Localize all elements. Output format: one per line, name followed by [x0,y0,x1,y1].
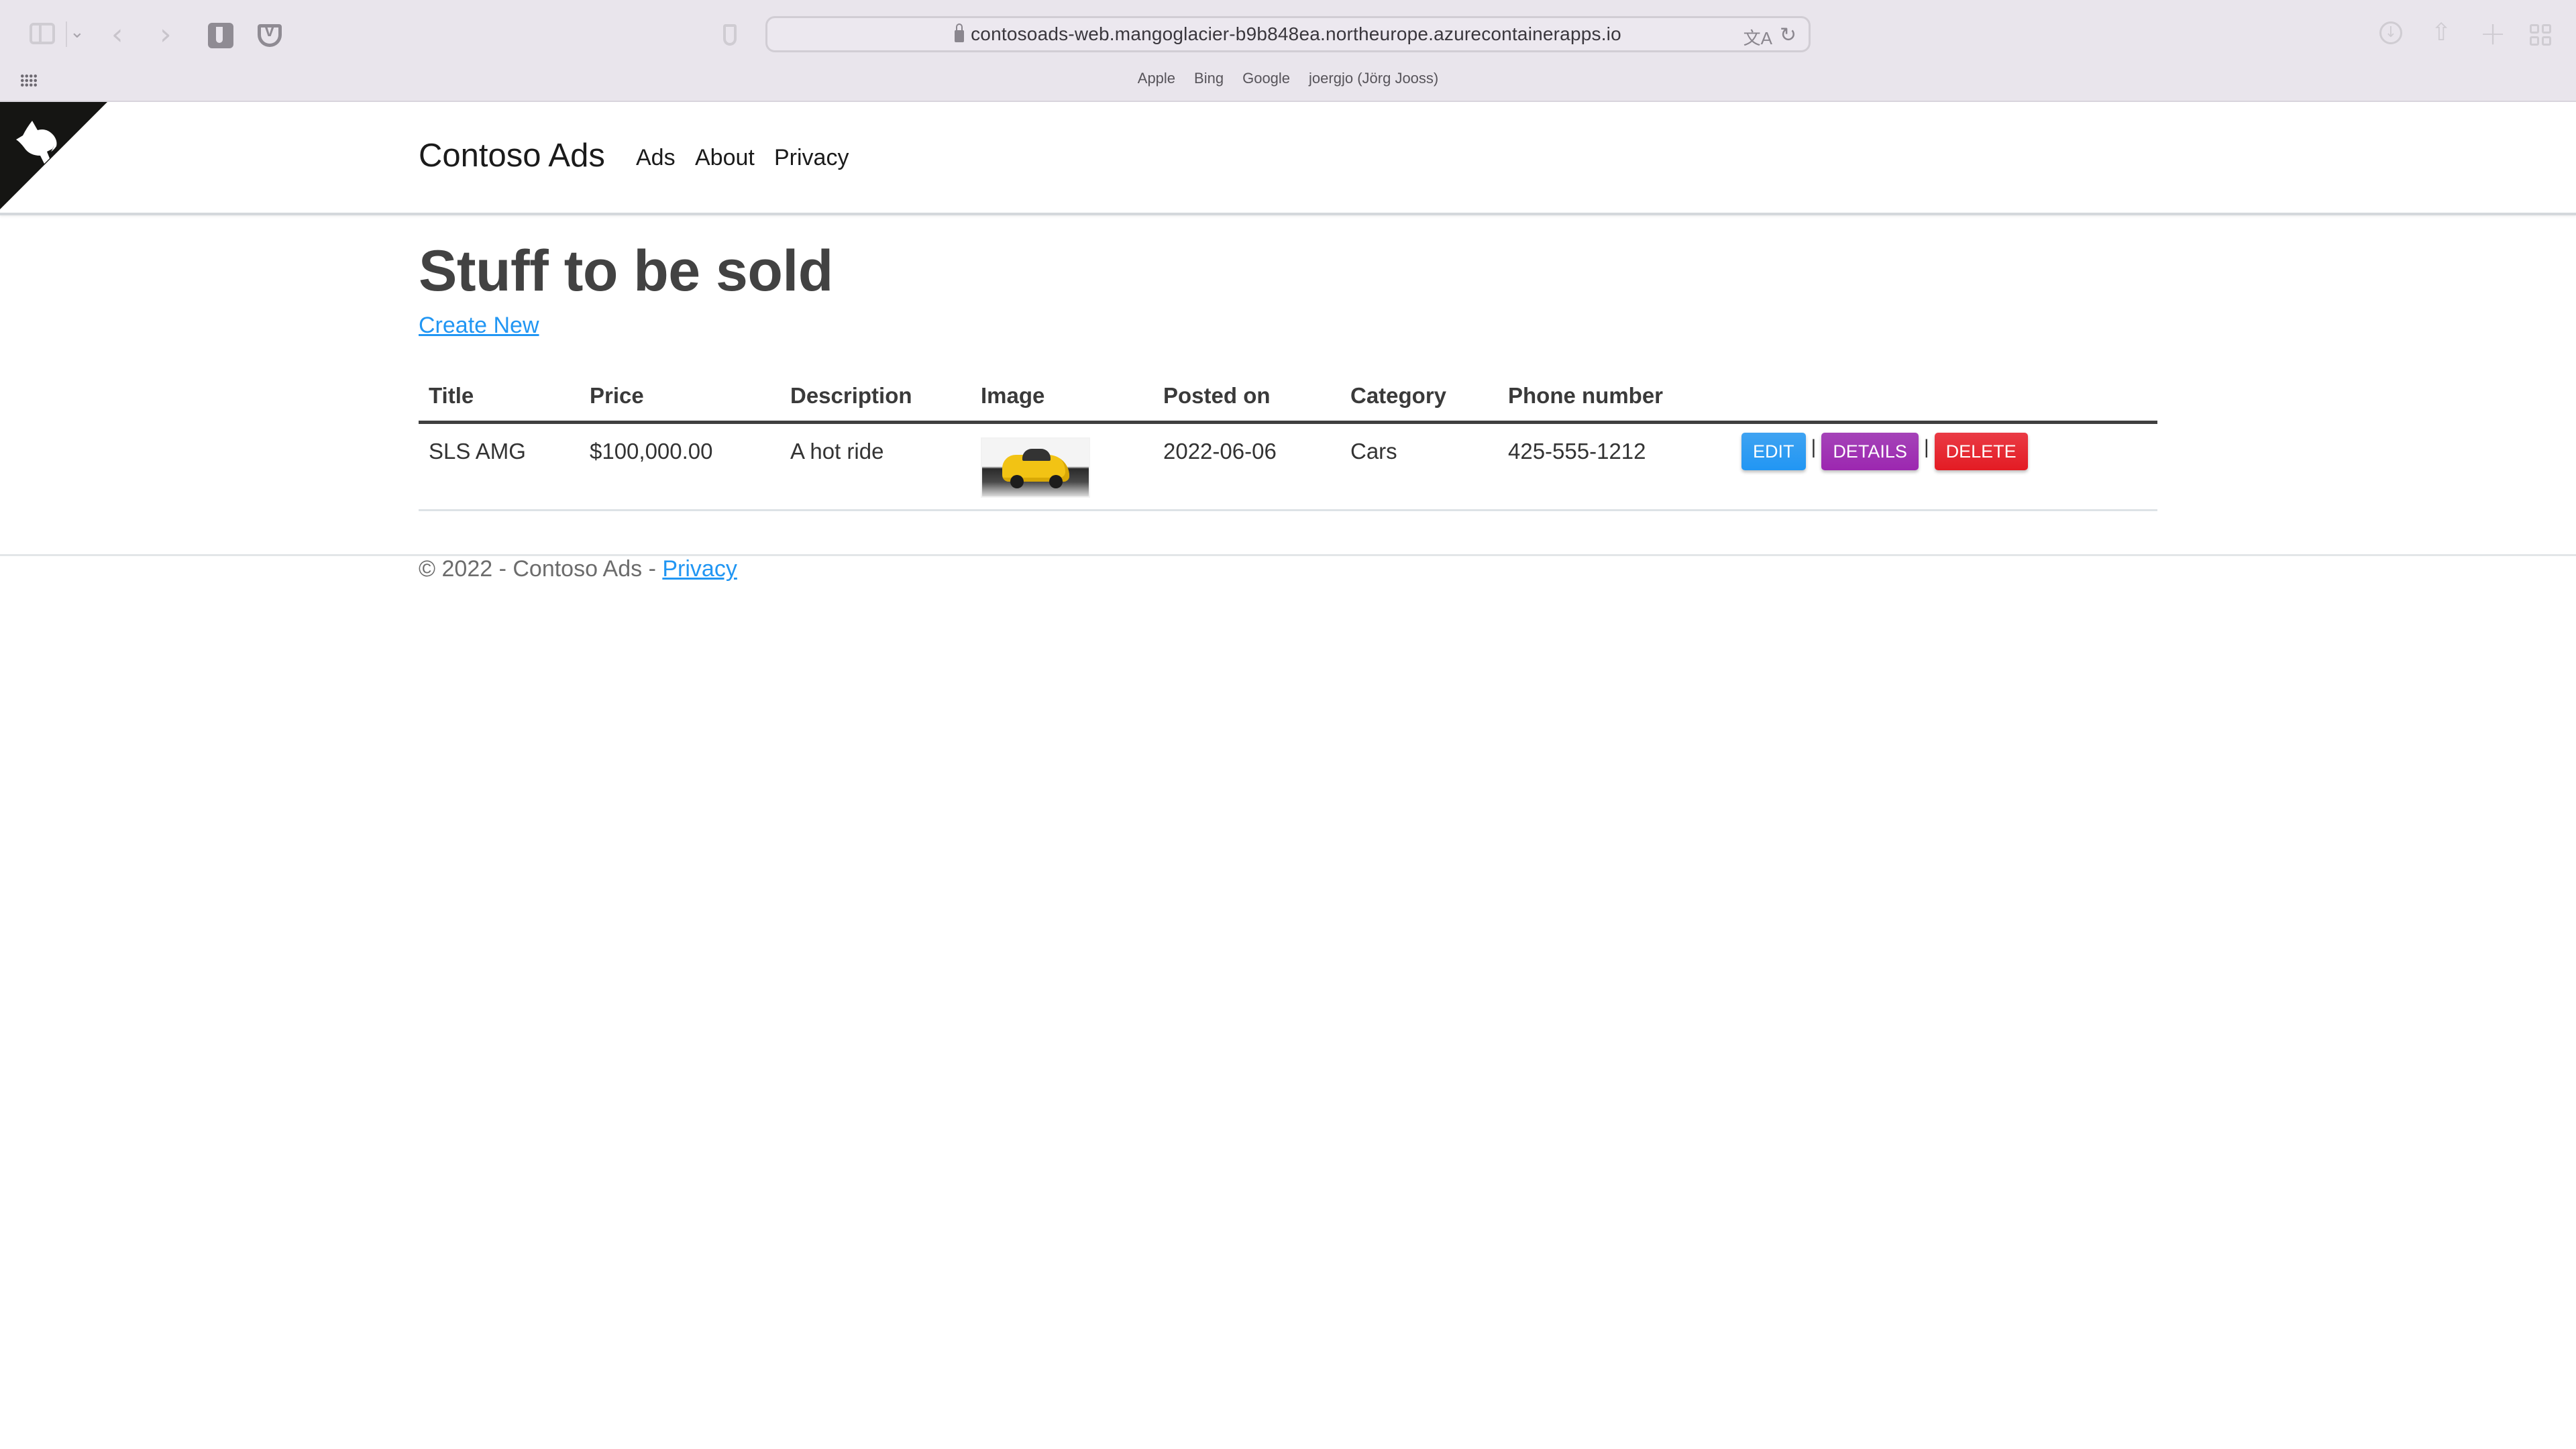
column-header-category: Category [1340,371,1498,424]
downloads-icon[interactable]: ↓ [2379,21,2402,44]
site-header: Contoso Ads Ads About Privacy [0,102,2576,215]
tab-overview-icon[interactable] [2530,24,2551,46]
back-icon[interactable]: ‹ [111,17,123,52]
footer-copyright: © 2022 - Contoso Ads - [419,556,663,582]
cell-price: $100,000.00 [580,422,780,511]
nav-ads[interactable]: Ads [636,145,676,171]
url-text[interactable]: contosoads-web.mangoglacier-b9b848ea.nor… [971,23,1621,45]
column-header-price: Price [580,371,780,424]
bookmark-google[interactable]: Google [1242,70,1290,91]
bookmarks-bar: Apple Bing Google joergjo (Jörg Jooss) [0,70,2576,91]
column-header-posted-on: Posted on [1153,371,1340,424]
pocket-extension-icon[interactable] [258,22,282,47]
address-bar[interactable]: contosoads-web.mangoglacier-b9b848ea.nor… [765,16,1811,52]
nav-about[interactable]: About [695,145,755,171]
column-header-title: Title [419,371,580,424]
share-icon[interactable]: ⇧ [2431,19,2451,46]
page-title: Stuff to be sold [419,239,833,303]
action-separator: | [1811,436,1817,458]
ads-table: Title Price Description Image Posted on … [419,371,2157,511]
details-button[interactable]: Details [1821,433,1919,470]
bitwarden-extension-icon[interactable] [208,23,233,48]
action-separator: | [1923,436,1929,458]
browser-toolbar: ⌄ ‹ › contosoads-web.mangoglacier-b9b848… [0,0,2576,102]
cell-image [971,422,1153,511]
row-actions: Edit | Details | Delete [1741,433,2157,470]
privacy-shield-icon[interactable] [723,24,737,46]
brand-link[interactable]: Contoso Ads [419,137,605,174]
footer-divider [0,554,2576,556]
cell-phone: 425-555-1212 [1498,422,1731,511]
forward-icon[interactable]: › [160,17,172,52]
nav-privacy[interactable]: Privacy [774,145,849,171]
lock-icon [955,23,965,42]
ad-thumbnail-image [981,437,1090,498]
bookmark-bing[interactable]: Bing [1194,70,1224,91]
table-row: SLS AMG $100,000.00 A hot ride 2022-06-0… [419,422,2157,511]
footer-privacy-link[interactable]: Privacy [662,556,737,582]
cell-posted-on: 2022-06-06 [1153,422,1340,511]
new-tab-icon[interactable]: + [2479,15,2506,52]
github-corner-icon[interactable] [0,102,107,209]
create-new-link[interactable]: Create New [419,313,539,339]
bookmark-joergjo[interactable]: joergjo (Jörg Jooss) [1309,70,1438,91]
sidebar-toggle-icon[interactable] [30,23,55,44]
cell-description: A hot ride [780,422,971,511]
cell-title: SLS AMG [419,422,580,511]
footer: © 2022 - Contoso Ads - Privacy [419,556,737,582]
translate-icon[interactable]: 文A [1743,25,1772,50]
chevron-down-icon[interactable]: ⌄ [70,21,85,42]
delete-button[interactable]: Delete [1934,433,2028,470]
column-header-image: Image [971,371,1153,424]
column-header-actions [1731,371,2157,424]
column-header-description: Description [780,371,971,424]
cell-actions: Edit | Details | Delete [1731,422,2157,511]
reload-icon[interactable]: ↻ [1780,23,1796,47]
toolbar-divider [66,21,67,47]
edit-button[interactable]: Edit [1741,433,1806,470]
bookmark-apple[interactable]: Apple [1138,70,1175,91]
column-header-phone: Phone number [1498,371,1731,424]
cell-category: Cars [1340,422,1498,511]
table-header-row: Title Price Description Image Posted on … [419,371,2157,424]
